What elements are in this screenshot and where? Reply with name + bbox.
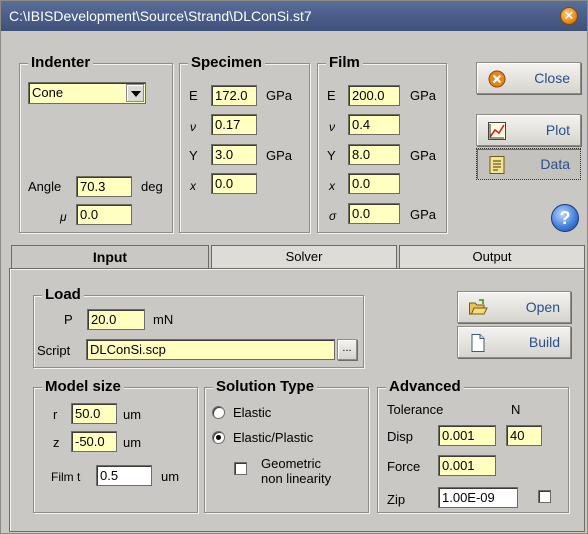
model-z-input[interactable] xyxy=(71,431,117,452)
indenter-shape-value: Cone xyxy=(32,85,64,100)
tab-input[interactable]: Input xyxy=(11,245,209,269)
model-film-unit: um xyxy=(161,469,180,484)
browse-button[interactable]: ... xyxy=(337,339,357,360)
model-z-label: z xyxy=(53,435,60,450)
build-button-label: Build xyxy=(528,334,560,350)
zip-input[interactable] xyxy=(438,487,518,508)
open-button-label: Open xyxy=(525,299,560,315)
disp-label: Disp xyxy=(387,429,414,444)
film-y-unit: GPa xyxy=(410,148,437,163)
build-button[interactable]: Build xyxy=(457,326,571,358)
film-sigma-label: σ xyxy=(329,209,337,223)
specimen-e-unit: GPa xyxy=(266,88,293,103)
n-label: N xyxy=(511,402,521,417)
solution-type-legend: Solution Type xyxy=(213,378,318,396)
tab-output[interactable]: Output xyxy=(399,245,585,269)
model-size-legend: Model size xyxy=(42,378,124,396)
close-circle-icon xyxy=(487,69,507,89)
tolerance-label: Tolerance xyxy=(387,402,444,417)
angle-label: Angle xyxy=(28,179,62,194)
indenter-legend: Indenter xyxy=(28,54,94,72)
specimen-y-unit: GPa xyxy=(266,148,293,163)
specimen-nu-label: ν xyxy=(190,120,196,134)
specimen-x-label: x xyxy=(190,179,196,193)
indenter-shape-select[interactable]: Cone xyxy=(28,82,146,104)
film-e-label: E xyxy=(327,88,336,103)
angle-unit: deg xyxy=(141,179,163,194)
model-r-label: r xyxy=(53,407,58,422)
elastic-plastic-radio[interactable] xyxy=(212,431,225,444)
model-r-input[interactable] xyxy=(71,403,117,424)
specimen-nu-input[interactable] xyxy=(211,114,257,135)
disp-input[interactable] xyxy=(438,425,496,446)
specimen-e-label: E xyxy=(189,88,198,103)
help-icon[interactable]: ? xyxy=(551,204,579,232)
force-label: Force xyxy=(387,459,421,474)
title-bar: C:\IBISDevelopment\Source\Strand\DLConSi… xyxy=(1,1,587,31)
film-x-input[interactable] xyxy=(348,173,400,194)
data-button-label: Data xyxy=(540,156,570,172)
mu-input[interactable] xyxy=(76,204,132,225)
film-sigma-unit: GPa xyxy=(410,207,437,222)
script-input[interactable] xyxy=(86,339,335,360)
advanced-legend: Advanced xyxy=(386,378,464,396)
model-z-unit: um xyxy=(123,435,142,450)
tab-solver[interactable]: Solver xyxy=(211,245,397,269)
close-button[interactable]: Close xyxy=(476,62,581,94)
elastic-radio-label[interactable]: Elastic xyxy=(233,405,271,421)
open-button[interactable]: Open xyxy=(457,291,571,323)
specimen-x-input[interactable] xyxy=(211,173,257,194)
script-label: Script xyxy=(37,343,71,358)
mu-label: μ xyxy=(60,210,67,224)
plot-button[interactable]: Plot xyxy=(476,114,581,146)
zip-checkbox[interactable] xyxy=(538,490,551,503)
browse-button-label: ... xyxy=(342,342,352,354)
geometric-nonlinearity-label-1[interactable]: Geometric xyxy=(261,456,321,472)
solution-type-group: Solution Type xyxy=(204,378,369,513)
specimen-y-input[interactable] xyxy=(211,144,257,165)
document-list-icon xyxy=(487,155,507,175)
film-e-input[interactable] xyxy=(348,85,400,106)
plot-button-label: Plot xyxy=(545,122,570,138)
model-film-label: Film t xyxy=(51,470,81,484)
window-title: C:\IBISDevelopment\Source\Strand\DLConSi… xyxy=(9,8,312,24)
document-icon xyxy=(468,333,488,353)
elastic-radio[interactable] xyxy=(212,406,225,419)
film-nu-input[interactable] xyxy=(348,114,400,135)
angle-input[interactable] xyxy=(76,176,132,197)
film-legend: Film xyxy=(326,54,363,72)
model-film-input[interactable] xyxy=(96,465,152,486)
load-p-unit: mN xyxy=(153,312,174,327)
specimen-e-input[interactable] xyxy=(211,85,257,106)
film-sigma-input[interactable] xyxy=(348,203,400,224)
load-p-input[interactable] xyxy=(87,309,145,330)
film-x-label: x xyxy=(329,179,335,193)
n-input[interactable] xyxy=(506,425,542,446)
specimen-legend: Specimen xyxy=(188,54,265,72)
zip-label: Zip xyxy=(387,492,406,507)
film-e-unit: GPa xyxy=(410,88,437,103)
chart-icon xyxy=(487,121,507,141)
load-legend: Load xyxy=(42,286,84,304)
model-r-unit: um xyxy=(123,407,142,422)
data-button[interactable]: Data xyxy=(476,148,581,180)
folder-open-icon xyxy=(468,298,488,318)
specimen-y-label: Y xyxy=(189,148,198,163)
window-close-icon[interactable]: ✕ xyxy=(560,7,578,25)
film-y-input[interactable] xyxy=(348,144,400,165)
chevron-down-icon[interactable] xyxy=(126,84,144,102)
main-window: C:\IBISDevelopment\Source\Strand\DLConSi… xyxy=(0,0,588,534)
load-p-label: P xyxy=(64,312,73,327)
force-input[interactable] xyxy=(438,455,496,476)
elastic-plastic-radio-label[interactable]: Elastic/Plastic xyxy=(233,430,313,446)
geometric-nonlinearity-checkbox[interactable] xyxy=(234,462,247,475)
film-nu-label: ν xyxy=(329,120,335,134)
geometric-nonlinearity-label-2[interactable]: non linearity xyxy=(261,471,331,487)
film-y-label: Y xyxy=(327,148,336,163)
close-button-label: Close xyxy=(534,70,570,86)
